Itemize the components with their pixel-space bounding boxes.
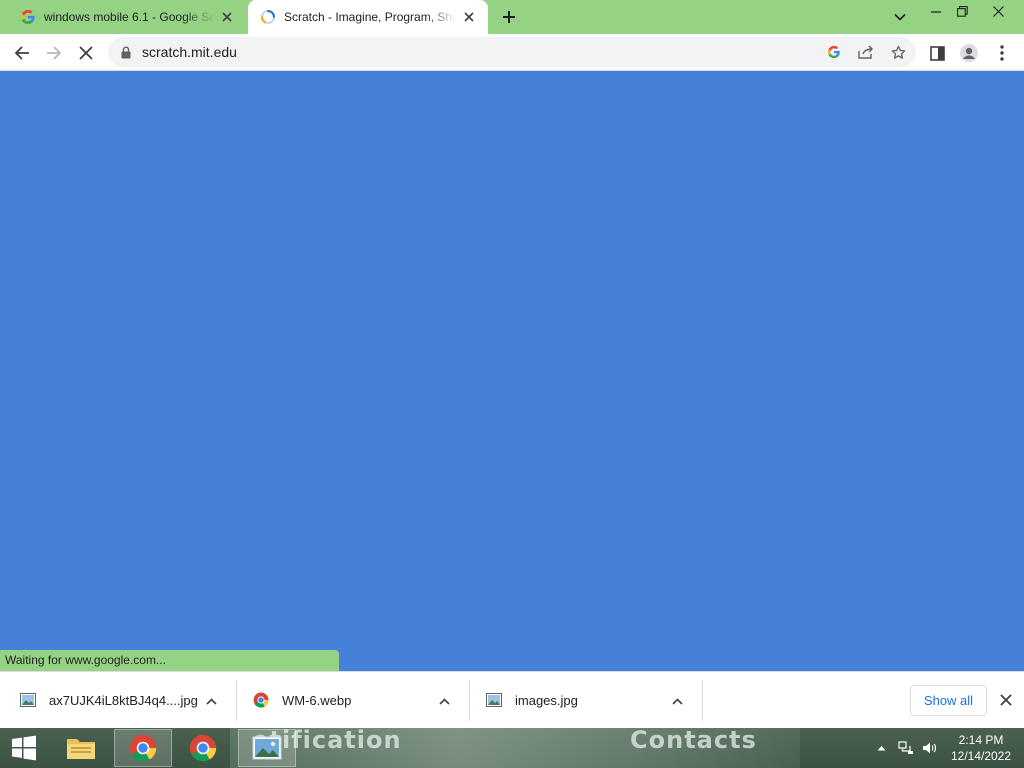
- tab-search-button[interactable]: [888, 5, 912, 29]
- chrome-taskbar-button[interactable]: [114, 729, 172, 767]
- new-tab-button[interactable]: [497, 5, 521, 29]
- download-item[interactable]: images.jpg: [466, 672, 699, 729]
- url-text: scratch.mit.edu: [142, 44, 237, 60]
- download-item[interactable]: WM-6.webp: [233, 672, 466, 729]
- side-panel-icon: [929, 45, 945, 61]
- chevron-up-icon[interactable]: [202, 692, 220, 710]
- side-panel-button[interactable]: [924, 40, 950, 66]
- network-icon: [898, 741, 913, 754]
- arrow-right-icon: [47, 46, 62, 60]
- tab-title: Scratch - Imagine, Program, Share: [284, 10, 456, 24]
- address-bar[interactable]: scratch.mit.edu: [108, 37, 916, 67]
- image-file-icon: [486, 692, 502, 708]
- plus-icon: [503, 11, 515, 23]
- clock-time: 2:14 PM: [958, 733, 1004, 747]
- more-vertical-icon: [1000, 45, 1004, 61]
- profile-button[interactable]: [956, 40, 982, 66]
- wallpaper-text: Contacts: [630, 726, 757, 754]
- stop-loading-button[interactable]: [73, 40, 99, 66]
- tab-title: windows mobile 6.1 - Google Search: [44, 10, 214, 24]
- status-bubble: Waiting for www.google.com...: [0, 650, 339, 671]
- show-hidden-icons-button[interactable]: [874, 728, 888, 768]
- arrow-left-icon: [14, 46, 29, 60]
- loading-spinner-icon: [260, 9, 276, 25]
- chrome-taskbar-button[interactable]: [174, 729, 232, 767]
- chrome-icon: [129, 734, 157, 762]
- volume-tray-button[interactable]: [920, 728, 940, 768]
- close-download-shelf-icon[interactable]: [996, 690, 1016, 710]
- photos-taskbar-button[interactable]: [238, 729, 296, 767]
- google-g-icon: [20, 9, 36, 25]
- taskbar: otification Contacts 2:14 PM 12/14/2022: [0, 726, 1024, 768]
- download-filename: WM-6.webp: [282, 693, 352, 708]
- lock-icon[interactable]: [120, 45, 132, 59]
- download-filename: ax7UJK4iL8ktBJ4q4....jpg: [49, 693, 198, 708]
- window-close-button[interactable]: [982, 0, 1014, 22]
- taskbar-clock[interactable]: 2:14 PM 12/14/2022: [940, 732, 1022, 764]
- chrome-file-icon: [253, 692, 269, 708]
- windows-logo-icon: [12, 735, 36, 761]
- tab-google-search[interactable]: windows mobile 6.1 - Google Search: [8, 0, 246, 34]
- chrome-icon: [189, 734, 217, 762]
- bookmark-star-icon[interactable]: [887, 41, 909, 63]
- folder-icon: [67, 739, 95, 759]
- download-filename: images.jpg: [515, 693, 578, 708]
- show-all-button[interactable]: Show all: [910, 685, 987, 716]
- close-tab-icon[interactable]: [218, 8, 236, 26]
- image-file-icon: [20, 692, 36, 708]
- close-icon: [992, 5, 1004, 17]
- divider: [702, 680, 703, 721]
- network-tray-button[interactable]: [896, 728, 916, 768]
- photo-viewer-icon: [252, 736, 282, 760]
- google-lens-icon[interactable]: [823, 41, 845, 63]
- start-button[interactable]: [0, 728, 48, 768]
- tab-strip: windows mobile 6.1 - Google Search Scrat…: [0, 0, 1024, 34]
- restore-icon: [956, 5, 968, 17]
- profile-avatar-icon: [960, 44, 978, 62]
- chevron-up-icon[interactable]: [435, 692, 453, 710]
- minimize-icon: [931, 11, 941, 13]
- forward-button[interactable]: [41, 40, 67, 66]
- restore-button[interactable]: [946, 0, 978, 22]
- clock-date: 12/14/2022: [950, 749, 1012, 763]
- download-shelf: ax7UJK4iL8ktBJ4q4....jpg WM-6.webp image…: [0, 671, 1024, 728]
- page-viewport[interactable]: [0, 71, 1024, 671]
- chevron-up-icon: [877, 746, 885, 751]
- browser-toolbar: scratch.mit.edu: [0, 34, 1024, 71]
- speaker-icon: [923, 742, 937, 754]
- back-button[interactable]: [9, 40, 35, 66]
- menu-button[interactable]: [989, 40, 1015, 66]
- close-tab-icon[interactable]: [460, 8, 478, 26]
- taskbar-wallpaper: otification Contacts: [230, 726, 800, 768]
- file-explorer-taskbar-button[interactable]: [52, 729, 110, 767]
- tab-scratch[interactable]: Scratch - Imagine, Program, Share: [248, 0, 488, 34]
- chevron-up-icon[interactable]: [668, 692, 686, 710]
- share-icon[interactable]: [855, 41, 877, 63]
- download-item[interactable]: ax7UJK4iL8ktBJ4q4....jpg: [0, 672, 233, 729]
- close-icon: [79, 46, 93, 60]
- chevron-down-icon: [894, 13, 906, 21]
